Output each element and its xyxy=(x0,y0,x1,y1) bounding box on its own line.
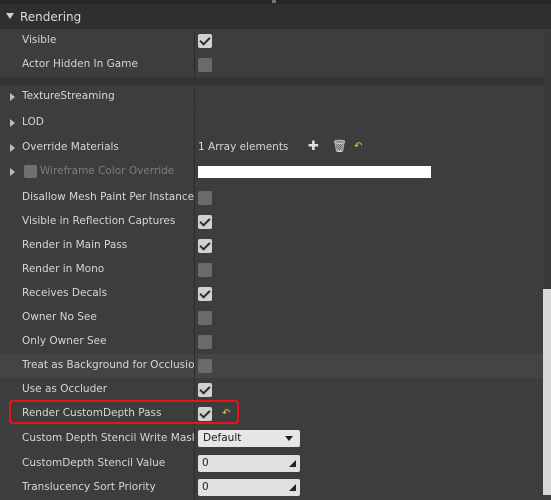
use-as-occluder-checkbox[interactable] xyxy=(198,383,212,397)
column-divider[interactable] xyxy=(194,186,195,210)
property-row-stencil-value: CustomDepth Stencil Value 0 xyxy=(0,452,543,476)
stencil-write-mask-dropdown[interactable]: Default xyxy=(198,430,300,447)
render-main-pass-checkbox[interactable] xyxy=(198,239,212,253)
highlight-annotation xyxy=(9,400,239,424)
column-divider[interactable] xyxy=(194,330,195,354)
property-label: Render in Main Pass xyxy=(22,239,128,251)
wireframe-override-checkbox[interactable] xyxy=(24,165,37,178)
column-divider[interactable] xyxy=(194,306,195,330)
property-label: Receives Decals xyxy=(22,287,108,299)
wireframe-color-swatch[interactable] xyxy=(198,166,431,178)
column-divider[interactable] xyxy=(194,160,195,184)
column-divider[interactable] xyxy=(194,427,195,451)
column-divider[interactable] xyxy=(194,53,195,77)
panel-top-grip xyxy=(272,0,276,3)
visible-reflection-checkbox[interactable] xyxy=(198,215,212,229)
checkmark-icon xyxy=(199,215,211,227)
reset-to-default-icon[interactable]: ↶ xyxy=(354,141,362,152)
property-label: Translucency Sort Priority xyxy=(22,481,156,493)
property-row-wireframe-color: Wireframe Color Override xyxy=(0,160,543,186)
expand-arrow-icon[interactable] xyxy=(10,93,15,101)
property-row-render-main-pass: Render in Main Pass xyxy=(0,234,543,258)
group-label: LOD xyxy=(22,116,44,128)
collapse-arrow-icon[interactable] xyxy=(6,13,14,19)
property-row-only-owner-see: Only Owner See xyxy=(0,330,543,354)
group-label: TextureStreaming xyxy=(22,90,115,102)
owner-no-see-checkbox[interactable] xyxy=(198,311,212,325)
stencil-value-input[interactable]: 0 xyxy=(198,455,300,472)
expand-arrow-icon[interactable] xyxy=(10,168,15,176)
property-label: Wireframe Color Override xyxy=(40,165,175,177)
scrollbar-thumb[interactable] xyxy=(543,289,551,495)
background-occlusion-checkbox[interactable] xyxy=(198,359,212,373)
section-title: Rendering xyxy=(20,10,82,24)
column-divider[interactable] xyxy=(194,258,195,282)
property-row-use-as-occluder: Use as Occluder xyxy=(0,378,543,402)
property-row-actor-hidden: Actor Hidden In Game xyxy=(0,53,543,77)
property-label: Use as Occluder xyxy=(22,383,108,395)
property-row-visible: Visible xyxy=(0,29,543,53)
property-label: Override Materials xyxy=(22,141,119,153)
property-row-render-mono: Render in Mono xyxy=(0,258,543,282)
property-label: Custom Depth Stencil Write Mask xyxy=(22,432,194,444)
group-row-lod[interactable]: LOD xyxy=(0,111,543,135)
column-divider[interactable] xyxy=(194,452,195,476)
property-row-owner-no-see: Owner No See xyxy=(0,306,543,330)
dropdown-value: Default xyxy=(203,432,242,444)
array-count-text: 1 Array elements xyxy=(198,141,289,153)
actor-hidden-checkbox[interactable] xyxy=(198,58,212,72)
property-label: Actor Hidden In Game xyxy=(22,58,138,70)
property-row-override-materials: Override Materials 1 Array elements ✚ 🗑 … xyxy=(0,136,543,160)
property-row-background-occlusion: Treat as Background for Occlusion xyxy=(0,354,543,378)
column-divider[interactable] xyxy=(194,476,195,500)
scrollbar-track[interactable] xyxy=(543,29,551,289)
checkmark-icon xyxy=(199,239,211,251)
add-element-icon[interactable]: ✚ xyxy=(308,139,319,154)
column-divider[interactable] xyxy=(194,111,195,135)
column-divider[interactable] xyxy=(194,85,195,109)
rendering-section-header[interactable]: Rendering xyxy=(0,4,551,30)
only-owner-see-checkbox[interactable] xyxy=(198,335,212,349)
group-row-texture-streaming[interactable]: TextureStreaming xyxy=(0,85,543,111)
property-label: Disallow Mesh Paint Per Instance xyxy=(22,191,194,203)
disallow-mesh-paint-checkbox[interactable] xyxy=(198,191,212,205)
column-divider[interactable] xyxy=(194,210,195,234)
property-label: Owner No See xyxy=(22,311,97,323)
checkmark-icon xyxy=(199,34,211,46)
checkmark-icon xyxy=(199,383,211,395)
chevron-down-icon xyxy=(285,436,293,441)
property-row-custom-depth-mask: Custom Depth Stencil Write Mask Default xyxy=(0,427,543,451)
property-row-visible-reflection: Visible in Reflection Captures xyxy=(0,210,543,234)
property-row-receives-decals: Receives Decals xyxy=(0,282,543,306)
visible-checkbox[interactable] xyxy=(198,34,212,48)
receives-decals-checkbox[interactable] xyxy=(198,287,212,301)
expand-arrow-icon[interactable] xyxy=(10,144,15,152)
property-row-translucency-sort: Translucency Sort Priority 0 xyxy=(0,476,543,500)
column-divider[interactable] xyxy=(194,29,195,53)
translucency-priority-input[interactable]: 0 xyxy=(198,479,300,496)
input-value: 0 xyxy=(202,457,209,469)
property-label: Treat as Background for Occlusion xyxy=(22,359,194,371)
property-label: Visible xyxy=(22,34,57,46)
column-divider[interactable] xyxy=(194,234,195,258)
property-label: Render in Mono xyxy=(22,263,105,275)
drag-handle-icon[interactable] xyxy=(289,460,296,467)
column-divider[interactable] xyxy=(194,282,195,306)
property-row-disallow-mesh-paint: Disallow Mesh Paint Per Instance xyxy=(0,186,543,210)
input-value: 0 xyxy=(202,481,209,493)
checkmark-icon xyxy=(199,287,211,299)
column-divider[interactable] xyxy=(194,136,195,160)
expand-arrow-icon[interactable] xyxy=(10,119,15,127)
trash-icon[interactable]: 🗑 xyxy=(332,139,347,153)
property-label: Visible in Reflection Captures xyxy=(22,215,176,227)
render-mono-checkbox[interactable] xyxy=(198,263,212,277)
property-label: Only Owner See xyxy=(22,335,107,347)
column-divider[interactable] xyxy=(194,354,195,378)
property-label: CustomDepth Stencil Value xyxy=(22,457,166,469)
drag-handle-icon[interactable] xyxy=(289,484,296,491)
group-separator xyxy=(0,77,543,85)
column-divider[interactable] xyxy=(194,378,195,402)
